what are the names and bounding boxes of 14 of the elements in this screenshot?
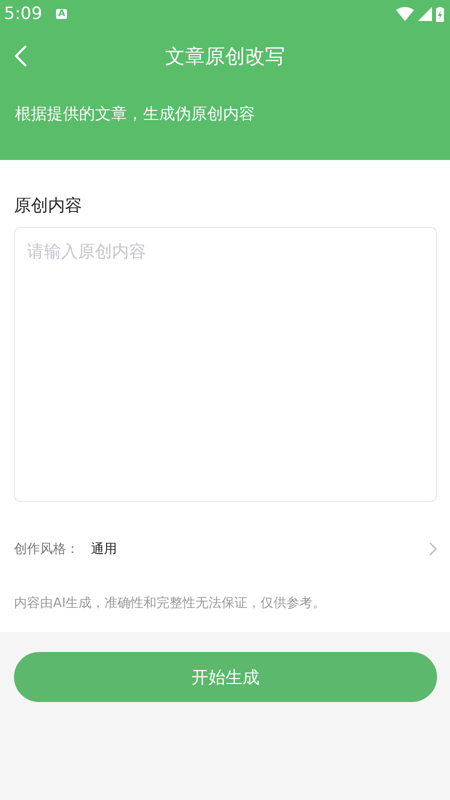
signal-icon: [418, 7, 432, 21]
back-icon: [14, 44, 28, 68]
disclaimer-text: 内容由AI生成，准确性和完整性无法保证，仅供参考。: [14, 595, 327, 612]
style-value[interactable]: 通用: [91, 540, 117, 558]
chevron-icon[interactable]: [429, 542, 437, 556]
notification-icon: A: [56, 9, 68, 19]
content-input-field[interactable]: 请输入原创内容: [14, 227, 437, 502]
status-time: 5:09: [4, 4, 42, 24]
style-label: 创作风格：: [14, 541, 79, 558]
page-title: 文章原创改写: [165, 42, 285, 70]
page-subtitle: 根据提供的文章，生成伪原创内容: [15, 104, 256, 125]
battery-icon: [436, 6, 444, 22]
field-label: 原创内容: [14, 195, 83, 217]
wifi-icon: [396, 7, 414, 21]
